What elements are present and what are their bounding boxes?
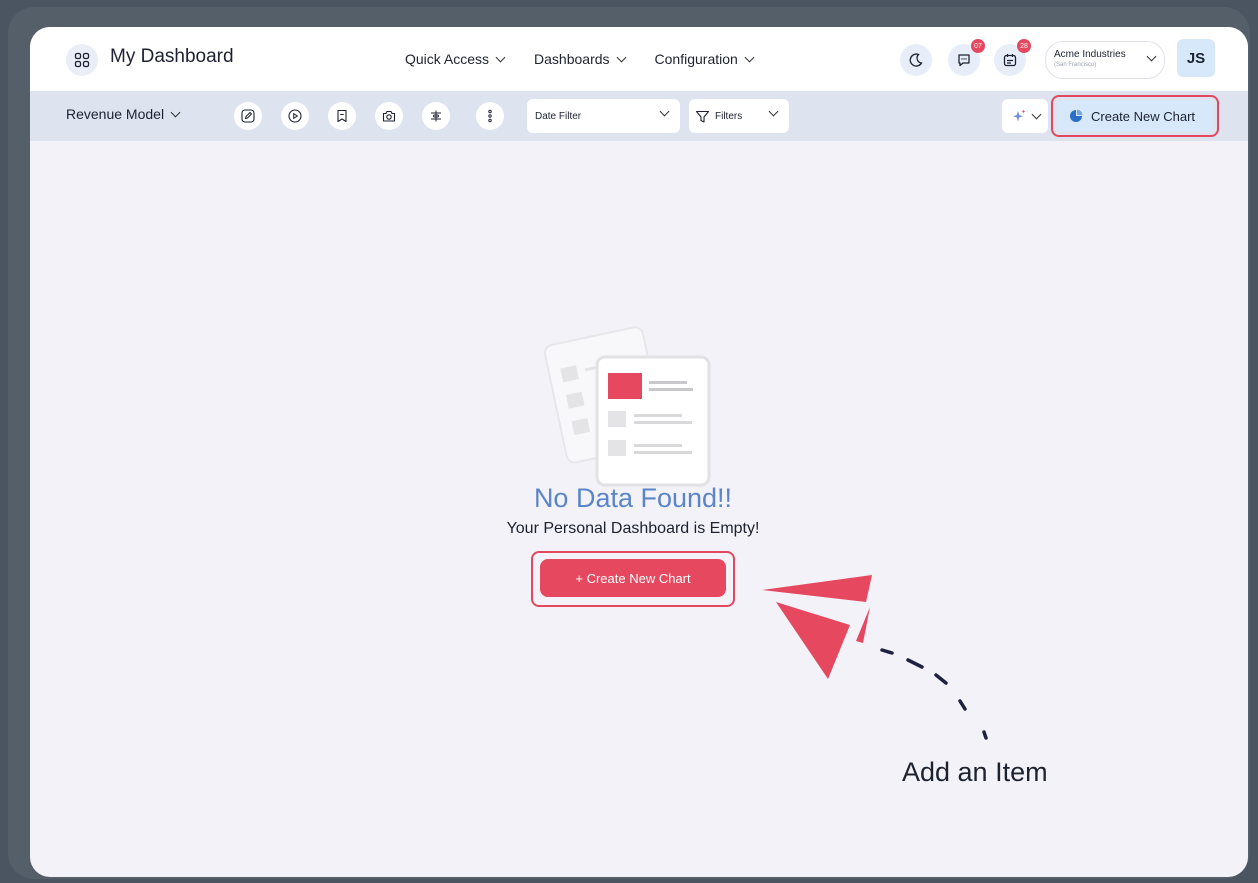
annotation-arrow bbox=[762, 575, 988, 740]
app-window: My Dashboard Quick Access Dashboards Con… bbox=[30, 27, 1248, 877]
device-frame: My Dashboard Quick Access Dashboards Con… bbox=[8, 7, 1250, 879]
annotation-label: Add an Item bbox=[902, 757, 1048, 787]
